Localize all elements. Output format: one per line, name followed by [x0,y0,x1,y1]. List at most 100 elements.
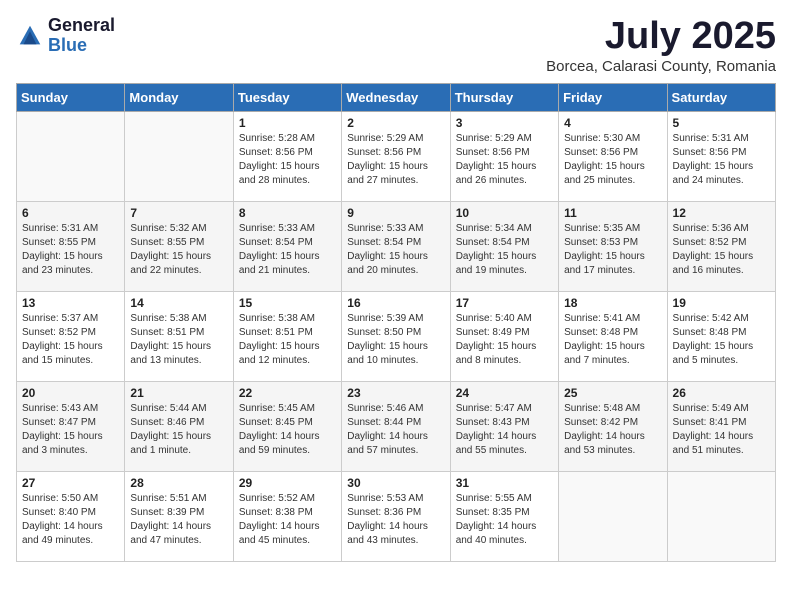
calendar-cell: 2 Sunrise: 5:29 AMSunset: 8:56 PMDaylight… [342,111,450,201]
day-header-friday: Friday [559,83,667,111]
day-number: 26 [673,386,770,400]
day-number: 2 [347,116,444,130]
day-number: 7 [130,206,227,220]
calendar-cell: 29 Sunrise: 5:52 AMSunset: 8:38 PMDayligh… [233,471,341,561]
day-number: 23 [347,386,444,400]
title-block: July 2025 Borcea, Calarasi County, Roman… [546,16,776,75]
cell-info: Sunrise: 5:45 AMSunset: 8:45 PMDaylight:… [239,402,336,458]
day-number: 15 [239,296,336,310]
logo: General Blue [16,16,115,56]
cell-info: Sunrise: 5:41 AMSunset: 8:48 PMDaylight:… [564,312,661,368]
day-number: 18 [564,296,661,310]
day-number: 1 [239,116,336,130]
cell-info: Sunrise: 5:40 AMSunset: 8:49 PMDaylight:… [456,312,553,368]
day-header-saturday: Saturday [667,83,775,111]
calendar-cell: 6 Sunrise: 5:31 AMSunset: 8:55 PMDaylight… [17,201,125,291]
cell-info: Sunrise: 5:34 AMSunset: 8:54 PMDaylight:… [456,222,553,278]
cell-info: Sunrise: 5:31 AMSunset: 8:55 PMDaylight:… [22,222,119,278]
calendar-cell: 4Sunrise: 5:30 AMSunset: 8:56 PMDaylight… [559,111,667,201]
day-number: 6 [22,206,119,220]
calendar-cell: 22 Sunrise: 5:45 AMSunset: 8:45 PMDayligh… [233,381,341,471]
page-header: General Blue July 2025 Borcea, Calarasi … [16,16,776,75]
day-number: 13 [22,296,119,310]
day-header-monday: Monday [125,83,233,111]
day-number: 24 [456,386,553,400]
cell-info: Sunrise: 5:55 AMSunset: 8:35 PMDaylight:… [456,492,553,548]
day-number: 17 [456,296,553,310]
calendar-cell: 14 Sunrise: 5:38 AMSunset: 8:51 PMDayligh… [125,291,233,381]
calendar-cell: 8 Sunrise: 5:33 AMSunset: 8:54 PMDaylight… [233,201,341,291]
calendar-cell: 13 Sunrise: 5:37 AMSunset: 8:52 PMDayligh… [17,291,125,381]
cell-info: Sunrise: 5:33 AMSunset: 8:54 PMDaylight:… [239,222,336,278]
day-number: 5 [673,116,770,130]
calendar-cell: 12 Sunrise: 5:36 AMSunset: 8:52 PMDayligh… [667,201,775,291]
calendar-cell: 26Sunrise: 5:49 AMSunset: 8:41 PMDayligh… [667,381,775,471]
calendar-cell: 24 Sunrise: 5:47 AMSunset: 8:43 PMDayligh… [450,381,558,471]
calendar-cell: 27 Sunrise: 5:50 AMSunset: 8:40 PMDayligh… [17,471,125,561]
cell-info: Sunrise: 5:39 AMSunset: 8:50 PMDaylight:… [347,312,444,368]
cell-info: Sunrise: 5:29 AMSunset: 8:56 PMDaylight:… [347,132,444,188]
day-number: 27 [22,476,119,490]
day-number: 31 [456,476,553,490]
calendar-cell: 30 Sunrise: 5:53 AMSunset: 8:36 PMDayligh… [342,471,450,561]
calendar-cell: 23 Sunrise: 5:46 AMSunset: 8:44 PMDayligh… [342,381,450,471]
location: Borcea, Calarasi County, Romania [546,58,776,75]
calendar-table: SundayMondayTuesdayWednesdayThursdayFrid… [16,83,776,562]
calendar-cell: 31 Sunrise: 5:55 AMSunset: 8:35 PMDayligh… [450,471,558,561]
header-row: SundayMondayTuesdayWednesdayThursdayFrid… [17,83,776,111]
calendar-cell: 3 Sunrise: 5:29 AMSunset: 8:56 PMDaylight… [450,111,558,201]
day-number: 22 [239,386,336,400]
day-number: 21 [130,386,227,400]
calendar-cell: 7 Sunrise: 5:32 AMSunset: 8:55 PMDaylight… [125,201,233,291]
cell-info: Sunrise: 5:53 AMSunset: 8:36 PMDaylight:… [347,492,444,548]
calendar-week-3: 13 Sunrise: 5:37 AMSunset: 8:52 PMDayligh… [17,291,776,381]
day-number: 3 [456,116,553,130]
day-number: 4 [564,116,661,130]
day-number: 14 [130,296,227,310]
calendar-cell: 19Sunrise: 5:42 AMSunset: 8:48 PMDayligh… [667,291,775,381]
cell-info: Sunrise: 5:32 AMSunset: 8:55 PMDaylight:… [130,222,227,278]
day-number: 10 [456,206,553,220]
cell-info: Sunrise: 5:35 AMSunset: 8:53 PMDaylight:… [564,222,661,278]
calendar-cell: 15 Sunrise: 5:38 AMSunset: 8:51 PMDayligh… [233,291,341,381]
calendar-cell [125,111,233,201]
day-number: 30 [347,476,444,490]
calendar-cell: 28 Sunrise: 5:51 AMSunset: 8:39 PMDayligh… [125,471,233,561]
cell-info: Sunrise: 5:46 AMSunset: 8:44 PMDaylight:… [347,402,444,458]
calendar-cell: 25Sunrise: 5:48 AMSunset: 8:42 PMDayligh… [559,381,667,471]
cell-info: Sunrise: 5:38 AMSunset: 8:51 PMDaylight:… [239,312,336,368]
calendar-week-4: 20Sunrise: 5:43 AMSunset: 8:47 PMDayligh… [17,381,776,471]
cell-info: Sunrise: 5:50 AMSunset: 8:40 PMDaylight:… [22,492,119,548]
calendar-cell [667,471,775,561]
calendar-week-5: 27 Sunrise: 5:50 AMSunset: 8:40 PMDayligh… [17,471,776,561]
cell-info: Sunrise: 5:47 AMSunset: 8:43 PMDaylight:… [456,402,553,458]
calendar-cell: 1 Sunrise: 5:28 AMSunset: 8:56 PMDaylight… [233,111,341,201]
calendar-cell: 16 Sunrise: 5:39 AMSunset: 8:50 PMDayligh… [342,291,450,381]
calendar-cell: 11 Sunrise: 5:35 AMSunset: 8:53 PMDayligh… [559,201,667,291]
calendar-week-2: 6 Sunrise: 5:31 AMSunset: 8:55 PMDaylight… [17,201,776,291]
day-header-thursday: Thursday [450,83,558,111]
day-number: 8 [239,206,336,220]
cell-info: Sunrise: 5:28 AMSunset: 8:56 PMDaylight:… [239,132,336,188]
cell-info: Sunrise: 5:44 AMSunset: 8:46 PMDaylight:… [130,402,227,458]
day-header-sunday: Sunday [17,83,125,111]
calendar-cell: 20Sunrise: 5:43 AMSunset: 8:47 PMDayligh… [17,381,125,471]
day-number: 12 [673,206,770,220]
day-number: 16 [347,296,444,310]
day-number: 11 [564,206,661,220]
day-number: 29 [239,476,336,490]
cell-info: Sunrise: 5:36 AMSunset: 8:52 PMDaylight:… [673,222,770,278]
cell-info: Sunrise: 5:29 AMSunset: 8:56 PMDaylight:… [456,132,553,188]
cell-info: Sunrise: 5:31 AMSunset: 8:56 PMDaylight:… [673,132,770,188]
day-header-tuesday: Tuesday [233,83,341,111]
logo-icon [16,22,44,50]
day-number: 9 [347,206,444,220]
cell-info: Sunrise: 5:38 AMSunset: 8:51 PMDaylight:… [130,312,227,368]
cell-info: Sunrise: 5:52 AMSunset: 8:38 PMDaylight:… [239,492,336,548]
calendar-cell: 18 Sunrise: 5:41 AMSunset: 8:48 PMDayligh… [559,291,667,381]
calendar-cell: 21 Sunrise: 5:44 AMSunset: 8:46 PMDayligh… [125,381,233,471]
logo-blue: Blue [48,36,115,56]
cell-info: Sunrise: 5:37 AMSunset: 8:52 PMDaylight:… [22,312,119,368]
cell-info: Sunrise: 5:51 AMSunset: 8:39 PMDaylight:… [130,492,227,548]
day-number: 28 [130,476,227,490]
